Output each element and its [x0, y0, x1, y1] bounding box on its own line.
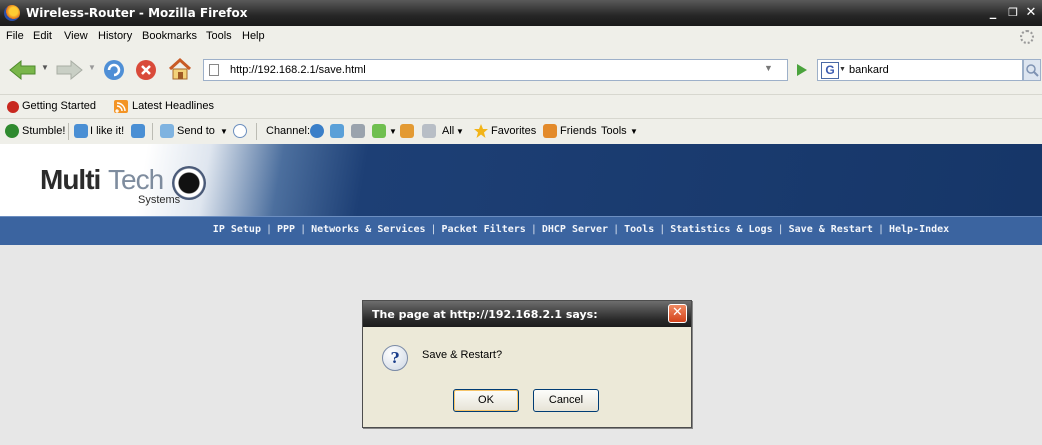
send-to-icon [160, 124, 174, 138]
stop-icon[interactable] [134, 58, 158, 82]
star-icon [474, 124, 488, 138]
question-icon: ? [382, 345, 408, 371]
menu-file[interactable]: File [6, 30, 24, 42]
logo-tech: Tech [108, 164, 164, 195]
nav-ppp[interactable]: PPP [277, 224, 295, 235]
back-history-dropdown[interactable]: ▼ [41, 63, 49, 72]
logo-multi: Multi [40, 164, 101, 195]
back-icon[interactable] [8, 59, 38, 81]
toolbar-separator [256, 123, 257, 140]
menu-tools[interactable]: Tools [206, 30, 232, 42]
nav-packet-filters[interactable]: Packet Filters [442, 224, 526, 235]
home-icon[interactable] [167, 57, 193, 81]
thumbs-up-icon [74, 124, 88, 138]
search-box[interactable]: G ▼ bankard [817, 59, 1023, 81]
logo-systems: Systems [138, 194, 181, 206]
dialog-title-bar: The page at http://192.168.2.1 says: ✕ [363, 301, 691, 327]
ok-button[interactable]: OK [453, 389, 519, 412]
page-header: Multi Tech Systems [0, 144, 1042, 216]
logo-ball-icon [172, 166, 206, 200]
minimize-button[interactable]: _ [984, 4, 1002, 21]
nav-tools[interactable]: Tools [624, 224, 654, 235]
url-text[interactable]: http://192.168.2.1/save.html [230, 64, 366, 76]
comment-icon[interactable] [233, 124, 247, 138]
like-button[interactable]: I like it! [90, 125, 124, 137]
page-icon [209, 64, 219, 76]
thumbs-down-icon[interactable] [131, 124, 145, 138]
channel-news-icon[interactable] [351, 124, 365, 138]
go-button[interactable] [797, 64, 807, 76]
channel-dropdown[interactable]: ▼ [389, 127, 397, 136]
nav-networks-services[interactable]: Networks & Services [311, 224, 425, 235]
search-button[interactable] [1023, 59, 1041, 81]
cancel-button[interactable]: Cancel [533, 389, 599, 412]
window-title: Wireless-Router - Mozilla Firefox [26, 6, 248, 20]
url-history-dropdown[interactable]: ▼ [764, 63, 773, 73]
dialog-message: Save & Restart? [422, 349, 503, 361]
bookmarks-toolbar: Getting Started Latest Headlines [0, 94, 1042, 119]
toolbar-separator [152, 123, 153, 140]
forward-history-dropdown[interactable]: ▼ [88, 63, 96, 72]
window-title-bar: Wireless-Router - Mozilla Firefox _ ❐ ✕ [0, 0, 1042, 26]
send-to-button[interactable]: Send to [177, 125, 215, 137]
people-icon[interactable] [400, 124, 414, 138]
channel-more-icon[interactable] [372, 124, 386, 138]
forward-icon[interactable] [54, 59, 84, 81]
bookmark-getting-started[interactable]: Getting Started [22, 100, 96, 112]
channel-photo-icon[interactable] [330, 124, 344, 138]
restore-button[interactable]: ❐ [1004, 4, 1022, 21]
tools-button[interactable]: Tools [601, 125, 627, 137]
stumbleupon-toolbar: Stumble! I like it! Send to ▼ Channel: ▼… [0, 118, 1042, 145]
friends-button[interactable]: Friends [560, 125, 597, 137]
all-button[interactable]: All [442, 125, 454, 137]
nav-help-index[interactable]: Help-Index [889, 224, 949, 235]
multitech-logo: Multi Tech Systems [40, 164, 240, 212]
toolbar-separator [68, 123, 69, 140]
channel-label: Channel: [266, 125, 311, 137]
nav-save-restart[interactable]: Save & Restart [789, 224, 873, 235]
menu-edit[interactable]: Edit [33, 30, 52, 42]
menu-view[interactable]: View [64, 30, 88, 42]
magnifier-icon [1026, 64, 1039, 77]
getting-started-icon [7, 101, 19, 113]
throbber-icon [1020, 30, 1034, 44]
stumble-button[interactable]: Stumble! [22, 125, 65, 137]
close-window-button[interactable]: ✕ [1022, 4, 1040, 21]
send-to-dropdown[interactable]: ▼ [220, 127, 228, 136]
dialog-close-button[interactable]: ✕ [668, 304, 687, 323]
channel-video-icon[interactable] [310, 124, 324, 138]
search-engine-dropdown[interactable]: ▼ [839, 66, 846, 73]
site-navigation: IP Setup | PPP | Networks & Services | Packet … [0, 216, 1042, 245]
navigation-toolbar: ▼ ▼ http://192.168.2.1/save.html ▼ G ▼ b… [0, 48, 1042, 94]
bookmark-latest-headlines[interactable]: Latest Headlines [132, 100, 214, 112]
favorites-button[interactable]: Favorites [491, 125, 536, 137]
stumbleupon-icon [5, 124, 19, 138]
search-query[interactable]: bankard [849, 64, 889, 76]
menu-bar: File Edit View History Bookmarks Tools H… [0, 26, 1042, 48]
tag-icon[interactable] [422, 124, 436, 138]
firefox-icon [4, 5, 20, 21]
menu-help[interactable]: Help [242, 30, 265, 42]
friends-icon [543, 124, 557, 138]
nav-statistics-logs[interactable]: Statistics & Logs [670, 224, 772, 235]
dialog-title: The page at http://192.168.2.1 says: [372, 308, 598, 321]
url-bar[interactable]: http://192.168.2.1/save.html ▼ [203, 59, 788, 81]
all-dropdown[interactable]: ▼ [456, 127, 464, 136]
menu-history[interactable]: History [98, 30, 132, 42]
alert-dialog: The page at http://192.168.2.1 says: ✕ ?… [362, 300, 692, 428]
tools-dropdown[interactable]: ▼ [630, 127, 638, 136]
nav-dhcp-server[interactable]: DHCP Server [542, 224, 608, 235]
nav-ip-setup[interactable]: IP Setup [213, 224, 261, 235]
google-search-engine-icon[interactable]: G [821, 62, 839, 79]
reload-icon[interactable] [102, 58, 126, 82]
rss-feed-icon [114, 100, 128, 113]
menu-bookmarks[interactable]: Bookmarks [142, 30, 197, 42]
